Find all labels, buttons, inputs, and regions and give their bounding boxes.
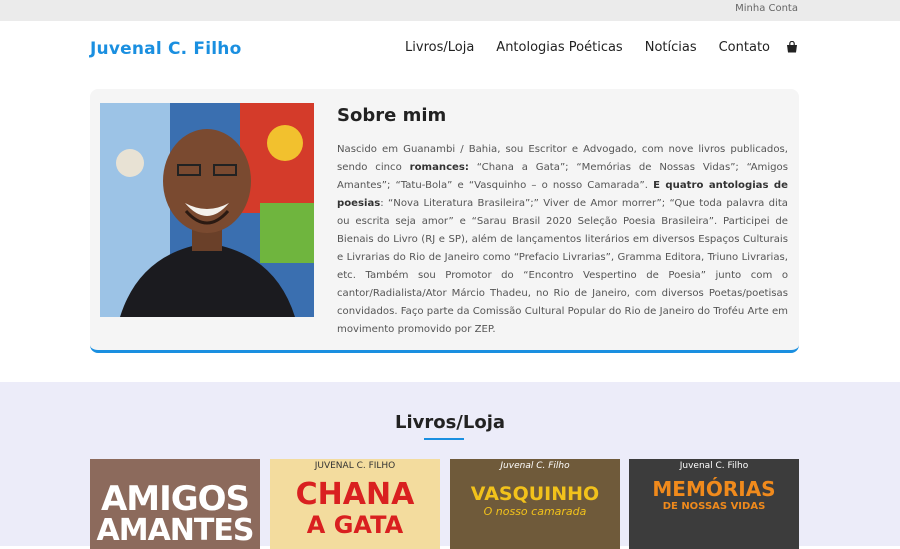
my-account-link[interactable]: Minha Conta bbox=[735, 3, 798, 14]
book-title-line2: DE NOSSAS VIDAS bbox=[662, 501, 766, 512]
book-title-line2: A GATA bbox=[306, 511, 404, 539]
book-title-line2: AMANTES bbox=[96, 513, 255, 548]
book-card-memorias[interactable]: Juvenal C. Filho MEMÓRIAS DE NOSSAS VIDA… bbox=[629, 459, 799, 549]
book-title-line1: VASQUINHO bbox=[470, 483, 600, 505]
book-title-line1: MEMÓRIAS bbox=[652, 477, 776, 501]
shopping-bag-icon[interactable] bbox=[786, 40, 798, 53]
nav-item-noticias[interactable]: Notícias bbox=[645, 40, 697, 55]
book-card-chana-a-gata[interactable]: JUVENAL C. FILHO CHANA A GATA bbox=[270, 459, 440, 549]
top-bar: Minha Conta bbox=[0, 0, 900, 21]
about-section: Sobre mim Nascido em Guanambi / Bahia, s… bbox=[90, 89, 799, 353]
book-author: Juvenal C. Filho bbox=[679, 461, 749, 471]
main-nav: Livros/Loja Antologias Poéticas Notícias… bbox=[383, 40, 798, 55]
bio-emphasis: romances: bbox=[409, 162, 469, 173]
site-header: Juvenal C. Filho Livros/Loja Antologias … bbox=[0, 21, 900, 73]
nav-item-livros-loja[interactable]: Livros/Loja bbox=[405, 40, 474, 55]
bio-text-run: : “Nova Literatura Brasileira”;” Viver d… bbox=[337, 198, 788, 335]
author-photo bbox=[100, 103, 314, 317]
about-bio-text: Nascido em Guanambi / Bahia, sou Escrito… bbox=[337, 141, 788, 339]
shop-section: Livros/Loja AMIGOS AMANTES JUVENAL C. FI… bbox=[0, 382, 900, 549]
site-logo[interactable]: Juvenal C. Filho bbox=[90, 39, 241, 59]
book-title-line1: CHANA bbox=[295, 477, 415, 512]
book-author: Juvenal C. Filho bbox=[500, 461, 570, 471]
book-card-amigos-amantes[interactable]: AMIGOS AMANTES bbox=[90, 459, 260, 549]
nav-item-contato[interactable]: Contato bbox=[719, 40, 770, 55]
nav-item-antologias[interactable]: Antologias Poéticas bbox=[496, 40, 622, 55]
about-title: Sobre mim bbox=[337, 105, 447, 126]
book-author: JUVENAL C. FILHO bbox=[314, 461, 396, 471]
book-card-vasquinho[interactable]: Juvenal C. Filho VASQUINHO O nosso camar… bbox=[450, 459, 620, 549]
book-title-line2: O nosso camarada bbox=[483, 505, 587, 518]
title-underline bbox=[424, 438, 464, 440]
shop-title: Livros/Loja bbox=[394, 412, 506, 433]
